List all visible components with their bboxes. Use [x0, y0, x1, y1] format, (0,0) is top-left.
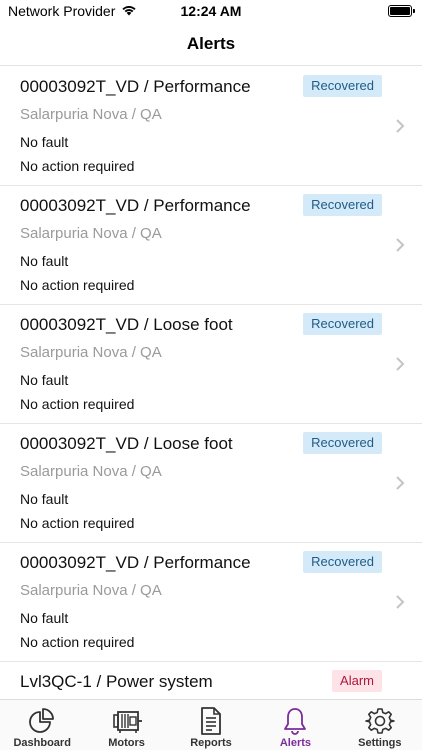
alert-fault: No fault [20, 491, 69, 507]
alert-fault: No fault [20, 134, 69, 150]
alert-action: No action required [20, 396, 135, 412]
tab-motors[interactable]: Motors [84, 700, 168, 750]
tab-label: Dashboard [13, 737, 71, 749]
status-time: 12:24 AM [180, 3, 242, 19]
chevron-right-icon [396, 476, 405, 490]
status-badge: Alarm [332, 670, 382, 692]
tab-alerts[interactable]: Alerts [253, 700, 337, 750]
alert-location: Salarpuria Nova / QA [20, 225, 162, 242]
alert-title: 00003092T_VD / Performance [20, 77, 251, 96]
chevron-right-icon [396, 238, 405, 252]
pie-chart-icon [29, 708, 55, 733]
status-badge: Recovered [303, 75, 382, 97]
alert-row[interactable]: 00003092T_VD / Performance Recovered Sal… [0, 186, 422, 305]
tab-label: Alerts [279, 737, 312, 749]
status-badge: Recovered [303, 194, 382, 216]
status-badge: Recovered [303, 551, 382, 573]
tab-bar: Dashboard Motors Reports Alerts Settings [0, 699, 422, 750]
alert-action: No action required [20, 277, 135, 293]
alert-row[interactable]: 00003092T_VD / Loose foot Recovered Sala… [0, 305, 422, 424]
alert-title: 00003092T_VD / Performance [20, 196, 251, 215]
alert-action: No action required [20, 158, 135, 174]
alert-location: Salarpuria Nova / QA [20, 344, 162, 361]
alert-fault: No fault [20, 253, 69, 269]
alert-fault: No fault [20, 610, 69, 626]
tab-settings[interactable]: Settings [338, 700, 422, 750]
tab-label: Settings [358, 737, 402, 749]
alert-row[interactable]: 00003092T_VD / Loose foot Recovered Sala… [0, 424, 422, 543]
bell-icon [284, 708, 307, 735]
alert-location: Salarpuria Nova / QA [20, 106, 162, 123]
alert-action: No action required [20, 515, 135, 531]
battery-icon [388, 5, 415, 17]
gear-icon [365, 708, 395, 734]
alert-title: Lvl3QC-1 / Power system [20, 672, 213, 691]
alert-row[interactable]: 00003092T_VD / Performance Recovered Sal… [0, 543, 422, 662]
alerts-list[interactable]: 00003092T_VD / Performance Recovered Sal… [0, 67, 422, 699]
navigation-bar: Alerts [0, 22, 422, 66]
motor-icon [112, 711, 142, 733]
chevron-right-icon [396, 119, 405, 133]
alert-title: 00003092T_VD / Loose foot [20, 434, 233, 453]
alert-row[interactable]: 00003092T_VD / Performance Recovered Sal… [0, 67, 422, 186]
document-icon [201, 707, 221, 735]
alert-title: 00003092T_VD / Performance [20, 553, 251, 572]
tab-reports[interactable]: Reports [169, 700, 253, 750]
alert-title: 00003092T_VD / Loose foot [20, 315, 233, 334]
status-badge: Recovered [303, 313, 382, 335]
alert-fault: No fault [20, 372, 69, 388]
tab-dashboard[interactable]: Dashboard [0, 700, 84, 750]
alert-location: Salarpuria Nova / QA [20, 463, 162, 480]
status-bar: Network Provider 12:24 AM [0, 0, 422, 22]
tab-label: Reports [190, 737, 232, 749]
alert-row[interactable]: Lvl3QC-1 / Power system Alarm [0, 662, 422, 699]
status-badge: Recovered [303, 432, 382, 454]
chevron-right-icon [396, 595, 405, 609]
page-title: Alerts [186, 34, 236, 53]
chevron-right-icon [396, 357, 405, 371]
alert-action: No action required [20, 634, 135, 650]
tab-label: Motors [108, 737, 145, 749]
alert-location: Salarpuria Nova / QA [20, 582, 162, 599]
